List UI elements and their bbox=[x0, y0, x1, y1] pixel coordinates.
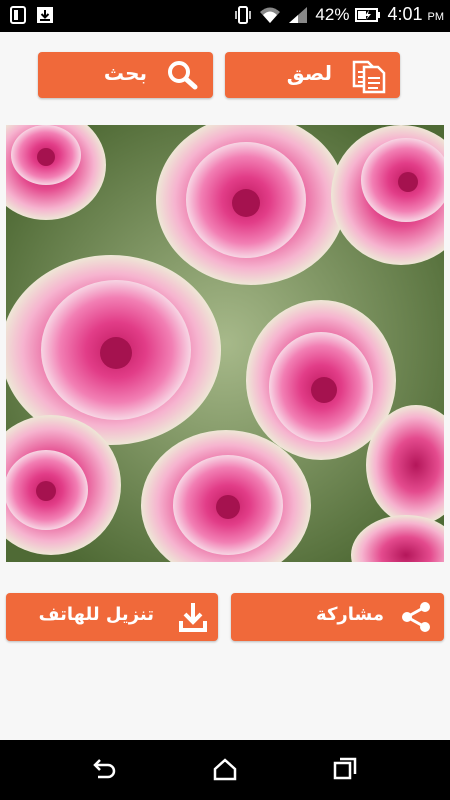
vibrate-icon bbox=[235, 5, 252, 24]
rose-image-art bbox=[6, 125, 444, 562]
paste-button[interactable]: لصق bbox=[225, 52, 400, 98]
battery-icon bbox=[355, 7, 381, 22]
wifi-icon bbox=[260, 7, 281, 23]
search-icon bbox=[168, 61, 198, 90]
download-icon bbox=[179, 603, 207, 632]
battery-percent: 42% bbox=[315, 4, 350, 24]
clock: 4:01 PM bbox=[387, 4, 444, 25]
recents-icon[interactable] bbox=[332, 756, 358, 782]
share-button-label: مشاركة bbox=[316, 604, 384, 625]
rose-image bbox=[6, 125, 444, 562]
back-icon[interactable] bbox=[90, 756, 118, 784]
paste-icon bbox=[352, 60, 386, 94]
paste-button-label: لصق bbox=[286, 61, 332, 85]
download-button-label: تنزيل للهاتف bbox=[38, 604, 154, 625]
clock-ampm: PM bbox=[427, 11, 445, 23]
navigation-bar bbox=[0, 740, 450, 800]
sim-card-icon bbox=[10, 6, 26, 24]
share-button[interactable]: مشاركة bbox=[231, 593, 444, 641]
search-button-label: بحث bbox=[103, 61, 147, 85]
download-notification-icon bbox=[37, 7, 53, 23]
share-icon bbox=[402, 602, 430, 632]
clock-time: 4:01 bbox=[387, 4, 423, 24]
search-button[interactable]: بحث bbox=[38, 52, 213, 98]
status-bar: 42% 4:01 PM bbox=[0, 0, 450, 32]
home-icon[interactable] bbox=[212, 756, 238, 782]
download-to-phone-button[interactable]: تنزيل للهاتف bbox=[6, 593, 218, 641]
signal-icon bbox=[289, 6, 308, 23]
